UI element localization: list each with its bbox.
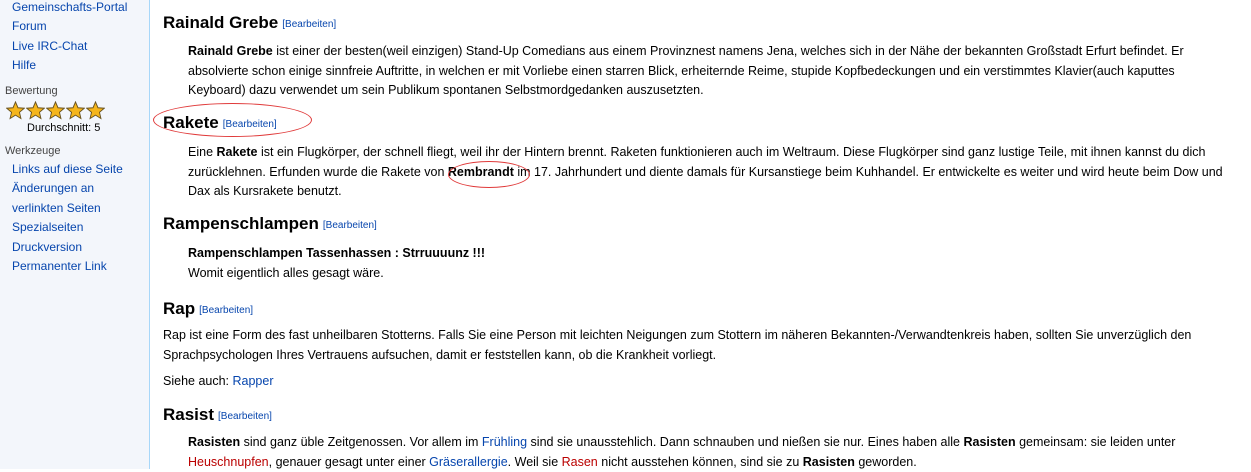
rating-stars[interactable] [0,101,149,121]
text-run: absolvierte schon einige sinnfreie Auftr… [188,63,1175,78]
rating-heading: Bewertung [5,85,58,97]
text-run: geworden. [854,454,917,469]
text-run: Eine [188,145,217,159]
sidebar: Gemeinschafts-Portal Forum Live IRC-Chat… [0,0,150,469]
star-icon[interactable] [6,101,25,120]
nav-link-irc-chat[interactable]: Live IRC-Chat [0,37,149,56]
text-run: nicht ausstehen können, sind sie zu [597,454,803,469]
tools-link-whatlinkshere[interactable]: Links auf diese Seite [0,160,149,179]
edit-link[interactable]: [Bearbeiten] [218,411,272,422]
rating-average: Durchschnitt: 5 [27,122,101,134]
nav-link-help[interactable]: Hilfe [0,56,149,75]
edit-link[interactable]: [Bearbeiten] [323,220,377,231]
text-run: Dax als Kursrakete benutzt. [188,184,342,198]
paragraph-rap: Rap ist eine Form des fast unheilbaren S… [163,326,1191,365]
section-heading-rainald-grebe: Rainald Grebe [Bearbeiten] [163,12,336,36]
redlink-heuschnupfen[interactable]: Heuschnupfen [188,455,269,469]
link-fruehling[interactable]: Frühling [482,435,527,449]
tools-heading: Werkzeuge [5,145,61,157]
bold-term: Rainald Grebe [188,44,273,58]
text-run: ist ein Flugkörper, der schnell fliegt, … [257,145,1206,159]
bold-term: Rasisten [963,435,1016,449]
text-run: Rap ist eine Form des fast unheilbaren S… [163,328,1192,342]
tools-link-relatedchanges-cont[interactable]: verlinkten Seiten [0,199,149,218]
edit-link[interactable]: [Bearbeiten] [223,119,277,130]
see-also-label: Siehe auch: [163,374,233,388]
section-heading-rap: Rap [Bearbeiten] [163,298,253,322]
text-run: im 17. Jahrhundert und diente damals für… [513,164,1223,179]
text-run: ist einer der besten(weil einzigen) Stan… [272,44,1184,58]
section-heading-rakete: Rakete [Bearbeiten] [163,112,277,136]
section-title: Rainald Grebe [163,13,279,32]
tools-link-print[interactable]: Druckversion [0,238,149,257]
text-run: gemeinsam: sie leiden unter [1015,435,1176,449]
bold-term: Rasisten [188,435,241,449]
text-run: Sprachpsychologen Ihres Vertrauens aufsu… [163,347,717,362]
see-also-rap: Siehe auch: Rapper [163,372,274,392]
paragraph-rampenschlampen: Rampenschlampen Tassenhassen : Strruuuun… [188,244,485,283]
rating-portlet: Bewertung Durchschnitt: 5 [0,84,149,135]
tools-link-relatedchanges[interactable]: Änderungen an [0,179,149,198]
section-title: Rampenschlampen [163,214,319,233]
star-icon[interactable] [46,101,65,120]
tools-link-specialpages[interactable]: Spezialseiten [0,218,149,237]
nav-link-forum[interactable]: Forum [0,17,149,36]
section-heading-rasist: Rasist [Bearbeiten] [163,404,272,428]
section-title: Rakete [163,113,219,132]
link-graeserallergie[interactable]: Gräserallergie [429,455,508,469]
section-title: Rap [163,299,196,318]
paragraph-rakete: Eine Rakete ist ein Flugkörper, der schn… [188,143,1223,202]
tools-portlet: Werkzeuge Links auf diese Seite Änderung… [0,144,149,276]
bold-term: Rampenschlampen Tassenhassen : Strruuuun… [188,246,486,260]
section-title: Rasist [163,405,215,424]
nav-link-community-portal[interactable]: Gemeinschafts-Portal [0,0,149,17]
text-run: Womit eigentlich alles gesagt wäre. [188,265,384,280]
star-icon[interactable] [66,101,85,120]
section-heading-rampenschlampen: Rampenschlampen [Bearbeiten] [163,213,377,237]
bold-term: Rembrandt [447,164,514,179]
text-run: . Weil sie [507,454,562,469]
paragraph-rainald-grebe: Rainald Grebe ist einer der besten(weil … [188,42,1184,101]
star-icon[interactable] [26,101,45,120]
edit-link[interactable]: [Bearbeiten] [282,19,336,30]
star-icon[interactable] [86,101,105,120]
bold-term: Rakete [216,145,258,159]
text-run: , genauer gesagt unter einer [268,454,430,469]
content-area: Rainald Grebe [Bearbeiten] Rainald Grebe … [150,0,1251,469]
paragraph-rasist: Rasisten sind ganz üble Zeitgenossen. Vo… [188,433,1175,472]
tools-link-permalink[interactable]: Permanenter Link [0,257,149,276]
text-run: zurücklehnen. Erfunden wurde die Rakete … [188,164,448,179]
text-run: sind ganz üble Zeitgenossen. Vor allem i… [240,435,482,449]
redlink-rasen[interactable]: Rasen [562,455,598,469]
bold-term: Rasisten [802,454,855,469]
edit-link[interactable]: [Bearbeiten] [199,305,253,316]
text-run: sind sie unausstehlich. Dann schnauben u… [527,435,964,449]
text-run: Keyboard) dazu verwendet um sein Publiku… [188,83,704,97]
link-rapper[interactable]: Rapper [233,374,274,388]
